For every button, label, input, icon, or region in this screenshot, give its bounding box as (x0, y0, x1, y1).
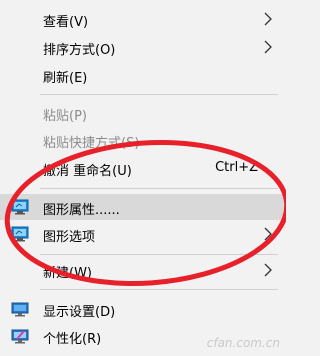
menu-item-label: 撤消 重命名(U) (43, 164, 132, 179)
desktop-context-menu: 查看(V) 排序方式(O) 刷新(E) 粘贴(P) 粘贴快捷方式(S) 撤消 重… (0, 0, 286, 356)
display-settings-icon (11, 302, 29, 317)
graphics-options-icon (11, 226, 29, 242)
menu-item-label: 显示设置(D) (43, 305, 116, 320)
chevron-right-icon (264, 40, 272, 54)
menu-item-label: 图形属性...... (43, 203, 120, 218)
menu-item-label: 查看(V) (43, 15, 89, 30)
menu-item-label: 图形选项 (43, 230, 96, 245)
chevron-right-icon (264, 12, 272, 26)
chevron-right-icon (264, 263, 272, 277)
menu-item-graphics-properties[interactable]: 图形属性...... (0, 194, 286, 220)
menu-item-view[interactable]: 查看(V) (0, 6, 286, 32)
menu-item-refresh[interactable]: 刷新(E) (0, 62, 286, 88)
menu-item-label: 刷新(E) (43, 71, 88, 86)
graphics-properties-icon (11, 199, 29, 215)
menu-item-label: 个性化(R) (43, 332, 102, 347)
menu-separator (40, 188, 278, 189)
menu-item-label: 新建(W) (43, 266, 92, 281)
menu-item-paste: 粘贴(P) (0, 100, 286, 126)
menu-item-paste-shortcut: 粘贴快捷方式(S) (0, 127, 286, 153)
menu-item-new[interactable]: 新建(W) (0, 257, 286, 283)
personalize-icon (11, 329, 29, 344)
menu-separator (40, 94, 278, 95)
menu-separator (40, 254, 278, 255)
menu-separator (40, 289, 278, 290)
menu-item-undo-rename[interactable]: 撤消 重命名(U) Ctrl+Z (0, 155, 286, 181)
menu-item-shortcut: Ctrl+Z (215, 160, 258, 175)
menu-item-sort-by[interactable]: 排序方式(O) (0, 34, 286, 60)
menu-item-label: 粘贴快捷方式(S) (43, 136, 140, 151)
chevron-right-icon (264, 227, 272, 241)
menu-item-display-settings[interactable]: 显示设置(D) (0, 296, 286, 322)
watermark: cfan.com.cn (206, 336, 280, 350)
menu-item-label: 排序方式(O) (43, 43, 116, 58)
menu-item-label: 粘贴(P) (43, 109, 87, 124)
menu-item-graphics-options[interactable]: 图形选项 (0, 221, 286, 247)
